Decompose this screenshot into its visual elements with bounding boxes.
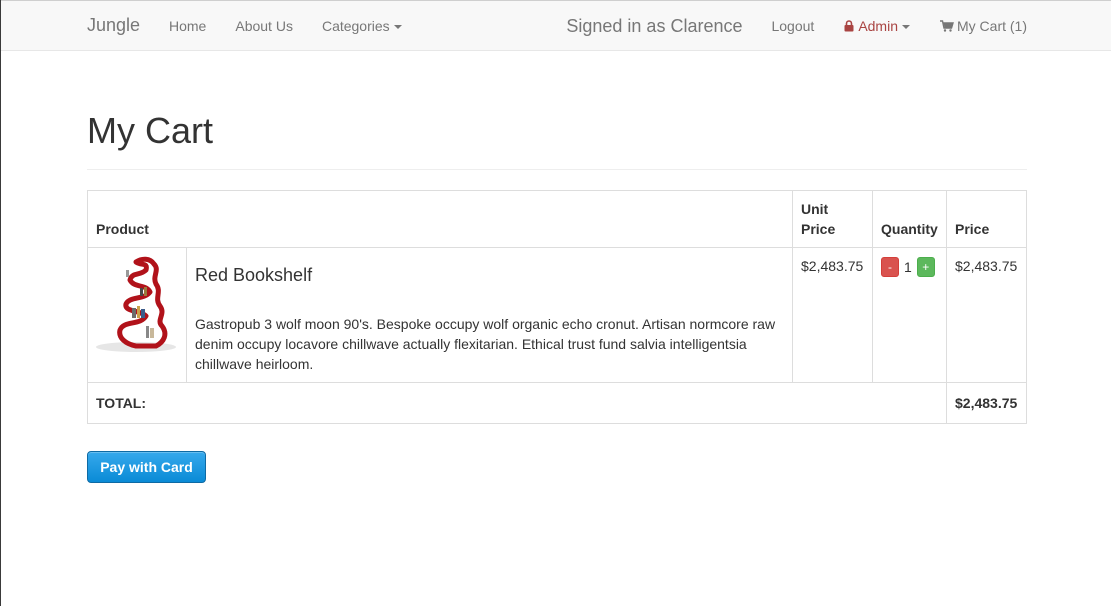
product-thumbnail-cell bbox=[87, 247, 187, 383]
navbar-container: Jungle Home About Us Categories Signed i… bbox=[87, 1, 1027, 51]
table-header-row: Product Unit Price Quantity Price bbox=[87, 190, 1027, 248]
header-quantity: Quantity bbox=[872, 190, 947, 248]
line-price-cell: $2,483.75 bbox=[946, 247, 1027, 383]
pay-with-card-button[interactable]: Pay with Card bbox=[87, 451, 206, 483]
my-cart-label: My Cart (1) bbox=[957, 18, 1027, 34]
header-unit-price: Unit Price bbox=[792, 190, 873, 248]
header-price: Price bbox=[946, 190, 1027, 248]
product-image[interactable] bbox=[96, 254, 178, 354]
logout-link[interactable]: Logout bbox=[771, 18, 814, 34]
top-navbar: Jungle Home About Us Categories Signed i… bbox=[1, 0, 1111, 51]
lock-icon bbox=[844, 20, 854, 32]
table-row: Red Bookshelf Gastropub 3 wolf moon 90's… bbox=[87, 247, 1027, 383]
nav-categories-dropdown[interactable]: Categories bbox=[322, 18, 402, 34]
nav-home-link[interactable]: Home bbox=[169, 18, 206, 34]
quantity-cell: - 1 + bbox=[872, 247, 947, 383]
total-row: TOTAL: $2,483.75 bbox=[87, 382, 1027, 424]
brand-link[interactable]: Jungle bbox=[87, 15, 140, 36]
decrease-quantity-button[interactable]: - bbox=[881, 257, 899, 277]
signed-in-text: Signed in as Clarence bbox=[566, 15, 743, 36]
quantity-stepper: - 1 + bbox=[881, 257, 938, 277]
chevron-down-icon bbox=[393, 25, 402, 29]
nav-right: Signed in as Clarence Logout Admin My Ca… bbox=[566, 1, 1027, 51]
title-divider bbox=[87, 169, 1027, 170]
nav-left: Home About Us Categories bbox=[169, 1, 431, 51]
cart-table: Product Unit Price Quantity Price Red Bo… bbox=[87, 190, 1027, 424]
product-details-cell: Red Bookshelf Gastropub 3 wolf moon 90's… bbox=[186, 247, 793, 383]
total-label: TOTAL: bbox=[87, 382, 947, 424]
admin-dropdown[interactable]: Admin bbox=[844, 18, 910, 34]
categories-label: Categories bbox=[321, 18, 390, 34]
product-name: Red Bookshelf bbox=[195, 265, 313, 285]
product-description: Gastropub 3 wolf moon 90's. Bespoke occu… bbox=[195, 316, 776, 372]
chevron-down-icon bbox=[902, 25, 910, 29]
shopping-cart-icon bbox=[940, 20, 954, 32]
admin-label: Admin bbox=[858, 18, 898, 34]
quantity-value: 1 bbox=[904, 259, 912, 275]
header-product: Product bbox=[87, 190, 793, 248]
unit-price-cell: $2,483.75 bbox=[792, 247, 873, 383]
page-title: My Cart bbox=[87, 110, 213, 151]
nav-about-link[interactable]: About Us bbox=[235, 18, 293, 34]
increase-quantity-button[interactable]: + bbox=[916, 257, 935, 277]
total-value: $2,483.75 bbox=[946, 382, 1027, 424]
my-cart-link[interactable]: My Cart (1) bbox=[940, 18, 1027, 34]
